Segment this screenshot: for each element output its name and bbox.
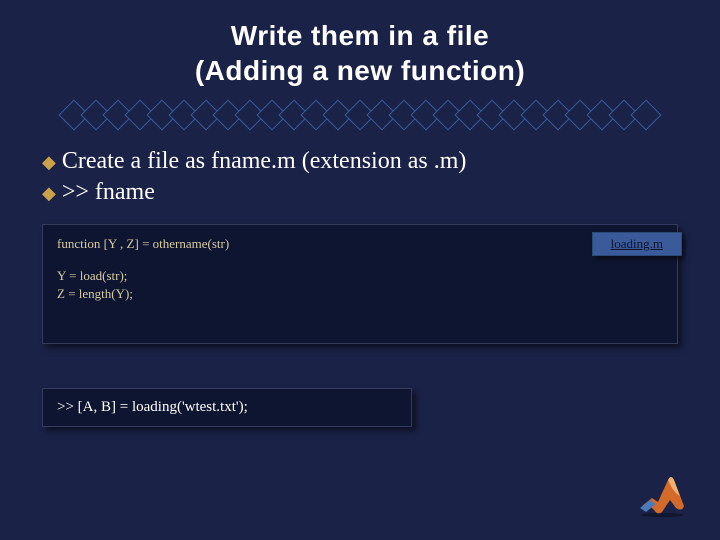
function-code-box: function [Y , Z] = othername(str) Y = lo… bbox=[42, 224, 678, 344]
decorative-diamond-divider bbox=[0, 104, 720, 126]
code-block-wrapper: function [Y , Z] = othername(str) Y = lo… bbox=[42, 224, 678, 344]
bullet-diamond-icon: ◆ bbox=[42, 184, 56, 202]
code-line-2: Y = load(str); bbox=[57, 267, 663, 285]
code-line-3: Z = length(Y); bbox=[57, 285, 663, 303]
bullet-text-1: Create a file as fname.m (extension as .… bbox=[62, 148, 467, 175]
bullet-item-2: ◆ >> fname bbox=[42, 179, 678, 206]
bullet-text-2: >> fname bbox=[62, 179, 155, 206]
code-line-1: function [Y , Z] = othername(str) bbox=[57, 235, 663, 253]
title-line-2: (Adding a new function) bbox=[40, 53, 680, 88]
file-name-tab: loading.m bbox=[592, 232, 682, 256]
bullet-list: ◆ Create a file as fname.m (extension as… bbox=[0, 148, 720, 206]
slide-title-block: Write them in a file (Adding a new funct… bbox=[0, 0, 720, 98]
command-window-box: >> [A, B] = loading('wtest.txt'); bbox=[42, 388, 412, 427]
command-text: >> [A, B] = loading('wtest.txt'); bbox=[57, 399, 248, 415]
matlab-logo-icon bbox=[634, 472, 690, 518]
title-line-1: Write them in a file bbox=[40, 18, 680, 53]
bullet-item-1: ◆ Create a file as fname.m (extension as… bbox=[42, 148, 678, 175]
bullet-diamond-icon: ◆ bbox=[42, 153, 56, 171]
